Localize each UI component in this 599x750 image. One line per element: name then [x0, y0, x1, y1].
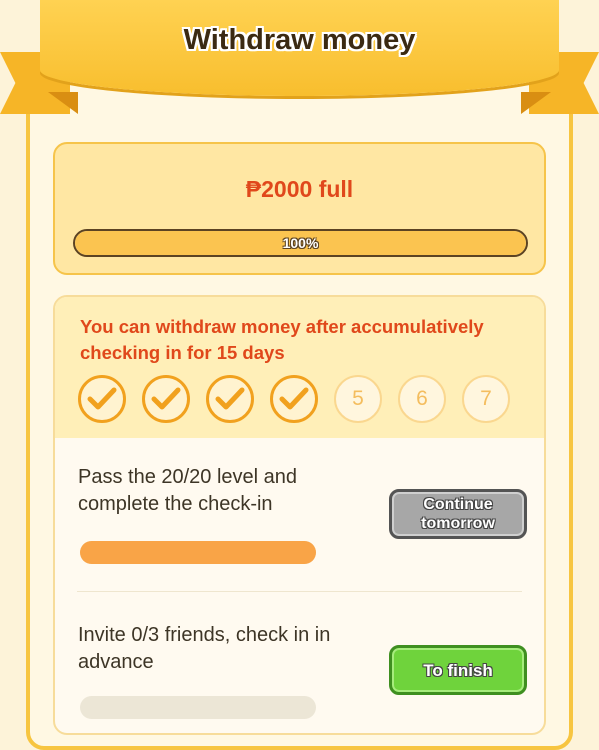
amount-panel: ₱2000 full 100%	[53, 142, 546, 275]
checkin-day-2-checked	[142, 375, 190, 423]
dialog-title: Withdraw money	[183, 24, 416, 56]
checkin-header: You can withdraw money after accumulativ…	[55, 297, 544, 438]
task-divider	[77, 591, 522, 592]
checkin-panel: You can withdraw money after accumulativ…	[53, 295, 546, 735]
amount-progress-label: 100%	[282, 235, 319, 251]
amount-progress-bar: 100%	[73, 229, 528, 257]
amount-label: ₱2000 full	[245, 176, 354, 202]
task-title-invite: Invite 0/3 friends, check in in advance	[78, 624, 331, 673]
continue-tomorrow-button[interactable]: Continue tomorrow	[389, 489, 527, 539]
checkin-day-1-checked	[78, 375, 126, 423]
checkmark-icon	[215, 387, 245, 410]
checkmark-icon	[151, 387, 181, 410]
task-title-level: Pass the 20/20 level and complete the ch…	[78, 466, 298, 515]
checkin-day-4-checked	[270, 375, 318, 423]
title-ribbon: Withdraw money	[40, 0, 559, 96]
checkin-day-5: 5	[334, 375, 382, 423]
checkmark-icon	[87, 387, 117, 410]
checkin-day-6: 6	[398, 375, 446, 423]
checkin-description: You can withdraw money after accumulativ…	[80, 316, 484, 363]
task-progress-fill-level	[80, 541, 316, 564]
to-finish-button[interactable]: To finish	[389, 645, 527, 695]
checkin-day-3-checked	[206, 375, 254, 423]
task-progress-track-invite	[80, 696, 316, 719]
checkin-day-7: 7	[462, 375, 510, 423]
checkmark-icon	[279, 387, 309, 410]
